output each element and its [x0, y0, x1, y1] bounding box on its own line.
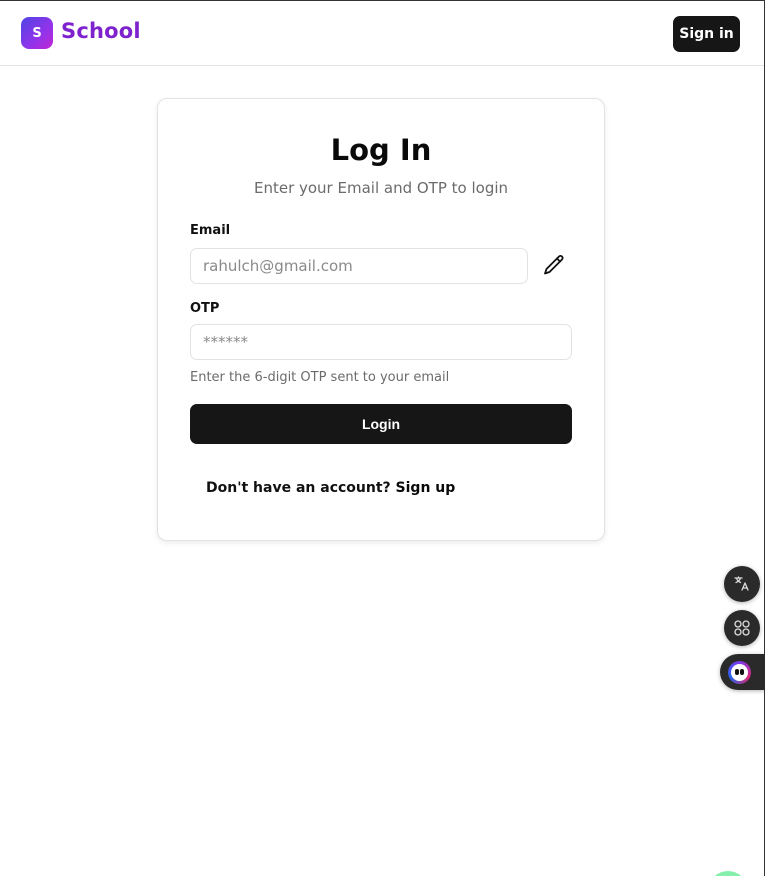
otp-field[interactable] — [190, 324, 572, 360]
corner-decoration — [708, 871, 748, 876]
pencil-icon[interactable] — [541, 252, 567, 278]
signup-link[interactable]: Sign up — [396, 480, 456, 496]
assistant-tab[interactable] — [720, 654, 765, 690]
otp-label: OTP — [190, 301, 220, 316]
email-field[interactable] — [190, 248, 528, 284]
otp-hint: Enter the 6-digit OTP sent to your email — [190, 370, 450, 385]
brand-name[interactable]: School — [61, 19, 141, 43]
translate-icon[interactable] — [724, 566, 760, 602]
login-card: Log In Enter your Email and OTP to login… — [157, 98, 605, 541]
email-label: Email — [190, 223, 231, 238]
top-navbar: S School Sign in — [0, 1, 764, 66]
sign-in-button[interactable]: Sign in — [673, 16, 740, 52]
page-title: Log In — [330, 133, 432, 167]
login-button[interactable]: Login — [190, 404, 572, 444]
signup-row: Don't have an account? Sign up — [206, 480, 455, 496]
logo-letter: S — [32, 25, 42, 41]
page-subtitle: Enter your Email and OTP to login — [253, 179, 509, 197]
assistant-avatar-icon — [728, 660, 751, 684]
apps-grid-icon[interactable] — [724, 610, 760, 646]
logo-icon[interactable]: S — [21, 17, 53, 49]
signup-prompt: Don't have an account? — [206, 480, 391, 496]
